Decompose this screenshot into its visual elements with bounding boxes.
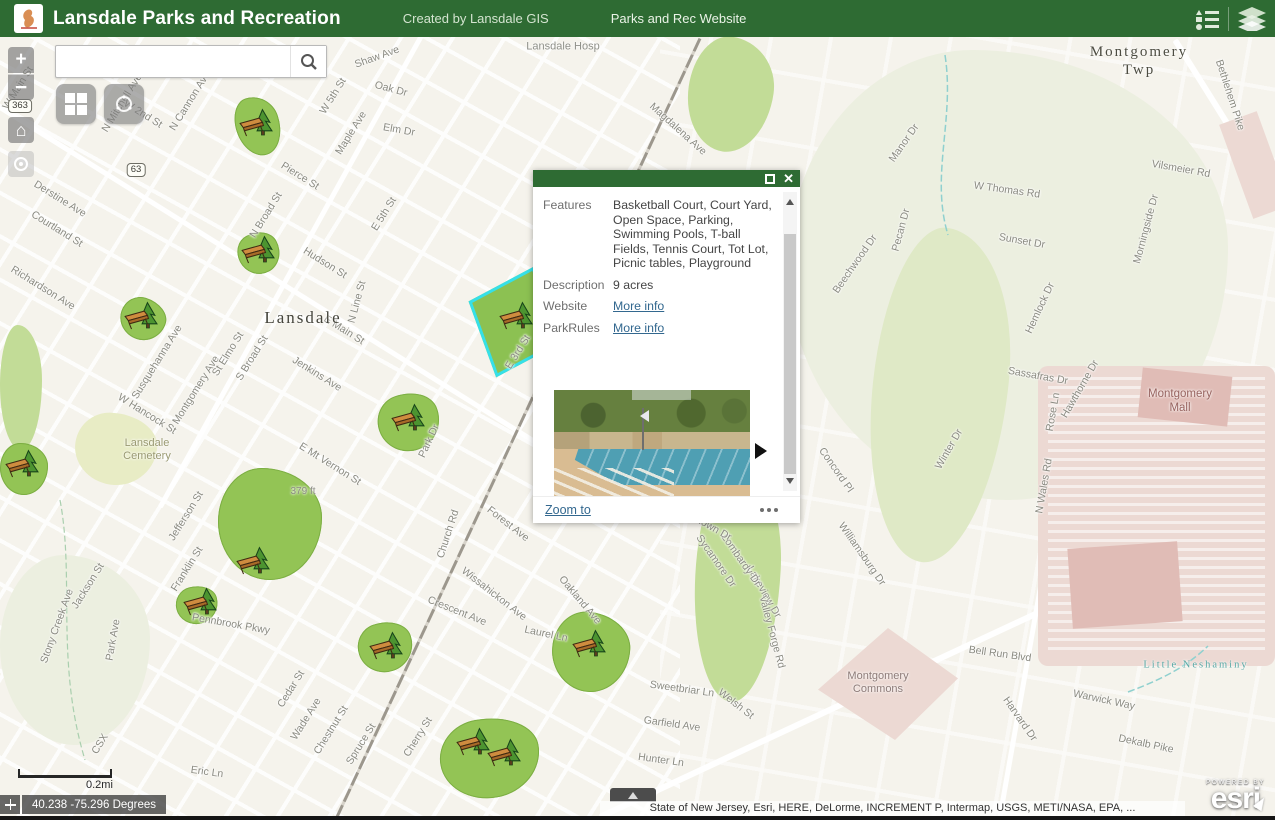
search-button[interactable] bbox=[290, 46, 326, 77]
scroll-up-arrow[interactable] bbox=[786, 195, 794, 205]
attribution-text: State of New Jersey, Esri, HERE, DeLorme… bbox=[600, 801, 1185, 816]
logo-figure bbox=[18, 8, 40, 30]
search-input[interactable] bbox=[56, 46, 290, 77]
basemap-grid-icon bbox=[65, 93, 87, 115]
feature-popup: ✕ Features Basketball Court, Court Yard,… bbox=[533, 170, 800, 523]
circle-widget-icon bbox=[113, 93, 135, 115]
popup-footer: Zoom to bbox=[533, 496, 800, 523]
photo-flag bbox=[642, 408, 644, 450]
zoom-out-button[interactable]: − bbox=[8, 74, 34, 100]
park-marker[interactable] bbox=[570, 628, 606, 660]
search-box bbox=[55, 45, 327, 78]
popup-field-row: Features Basketball Court, Court Yard, O… bbox=[543, 198, 776, 271]
route-shield: 363 bbox=[8, 99, 32, 113]
legend-button[interactable] bbox=[1188, 0, 1228, 37]
popup-field-row: Description 9 acres bbox=[543, 278, 776, 293]
esri-logo[interactable]: POWERED BY esri bbox=[1206, 779, 1265, 812]
crosshair-icon bbox=[5, 799, 16, 810]
photo-buildings bbox=[554, 432, 750, 449]
photo-sky bbox=[632, 390, 691, 400]
scrollbar-thumb[interactable] bbox=[784, 234, 796, 474]
app-header: Lansdale Parks and Recreation Created by… bbox=[0, 0, 1275, 37]
park-marker[interactable] bbox=[497, 300, 533, 332]
field-label: Features bbox=[543, 198, 613, 271]
created-by-link[interactable]: Created by Lansdale GIS bbox=[403, 11, 549, 26]
crosshair-button[interactable] bbox=[0, 795, 20, 814]
more-info-link[interactable]: More info bbox=[613, 321, 776, 336]
layers-icon bbox=[1238, 7, 1266, 31]
park-marker[interactable] bbox=[237, 107, 273, 139]
close-icon[interactable]: ✕ bbox=[783, 172, 794, 185]
app-title: Lansdale Parks and Recreation bbox=[53, 8, 341, 30]
zoom-to-link[interactable]: Zoom to bbox=[545, 503, 591, 517]
attribution-toggle[interactable] bbox=[610, 788, 656, 802]
park-marker[interactable] bbox=[367, 630, 403, 662]
field-label: Description bbox=[543, 278, 613, 293]
park-marker[interactable] bbox=[485, 737, 521, 769]
scale-bar bbox=[18, 769, 112, 778]
maximize-icon[interactable] bbox=[765, 174, 775, 184]
home-icon: ⌂ bbox=[16, 120, 27, 141]
layers-button[interactable] bbox=[1229, 0, 1275, 37]
popup-field-row: Website More info bbox=[543, 299, 776, 314]
more-info-link[interactable]: More info bbox=[613, 299, 776, 314]
parks-website-link[interactable]: Parks and Rec Website bbox=[611, 11, 747, 26]
minus-icon: − bbox=[15, 76, 27, 100]
route-shield: 63 bbox=[127, 163, 146, 177]
park-marker[interactable] bbox=[389, 402, 425, 434]
popup-body: Features Basketball Court, Court Yard, O… bbox=[533, 187, 800, 496]
search-icon bbox=[300, 53, 318, 71]
legend-icon bbox=[1196, 8, 1220, 30]
field-value: 9 acres bbox=[613, 278, 776, 293]
park-photo[interactable] bbox=[554, 390, 750, 496]
field-label: Website bbox=[543, 299, 613, 314]
popup-field-row: ParkRules More info bbox=[543, 321, 776, 336]
park-marker[interactable] bbox=[122, 300, 158, 332]
home-button[interactable]: ⌂ bbox=[8, 117, 34, 143]
field-label: ParkRules bbox=[543, 321, 613, 336]
park-marker[interactable] bbox=[234, 545, 270, 577]
next-photo-arrow[interactable] bbox=[755, 443, 775, 459]
coordinates-readout: 40.238 -75.296 Degrees bbox=[22, 795, 166, 814]
plus-icon: + bbox=[15, 49, 26, 71]
field-value: Basketball Court, Court Yard, Open Space… bbox=[613, 198, 776, 271]
lansdale-logo bbox=[14, 4, 43, 33]
coordinate-widget: 40.238 -75.296 Degrees bbox=[0, 795, 166, 814]
basemap-gallery-button[interactable] bbox=[56, 84, 96, 124]
zoom-in-button[interactable]: + bbox=[8, 47, 34, 73]
park-marker[interactable] bbox=[3, 448, 39, 480]
mall-building bbox=[1138, 367, 1233, 426]
scale-label: 0.2mi bbox=[86, 779, 113, 791]
popup-scrollbar[interactable] bbox=[783, 192, 797, 491]
window-edge bbox=[0, 816, 1275, 820]
ellipsis-icon[interactable] bbox=[760, 508, 788, 512]
locate-icon bbox=[14, 157, 28, 171]
circle-widget-button[interactable] bbox=[104, 84, 144, 124]
chevron-up-icon bbox=[628, 787, 638, 799]
scroll-down-arrow[interactable] bbox=[786, 478, 794, 488]
mall-building bbox=[1067, 541, 1182, 628]
popup-titlebar: ✕ bbox=[533, 170, 800, 187]
park-marker[interactable] bbox=[181, 586, 217, 618]
photo-lounge-chairs bbox=[554, 468, 674, 496]
park-marker[interactable] bbox=[239, 234, 275, 266]
locate-button[interactable] bbox=[8, 151, 34, 177]
